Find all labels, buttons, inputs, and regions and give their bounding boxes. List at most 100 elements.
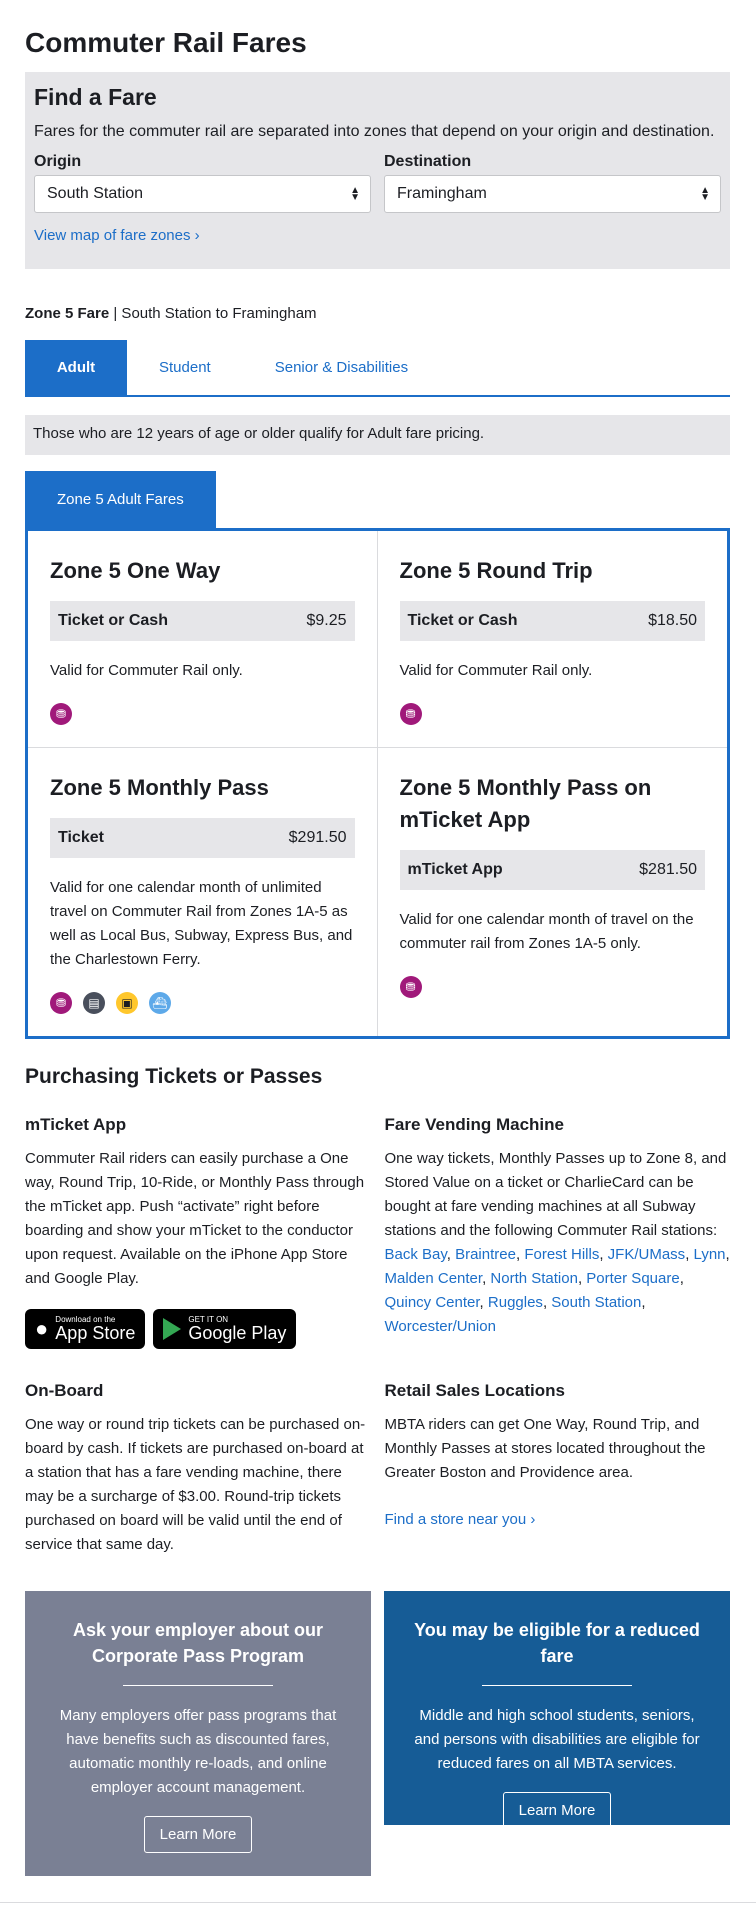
vending-title: Fare Vending Machine — [384, 1115, 565, 1134]
commuter-rail-icon: ⛃ — [399, 976, 422, 998]
destination-value: Framingham — [397, 185, 487, 202]
tab-senior-disabilities[interactable]: Senior & Disabilities — [243, 340, 440, 395]
app-store-big-text: App Store — [55, 1323, 136, 1343]
fare-card-one-way: Zone 5 One Way Ticket or Cash $9.25 Vali… — [28, 531, 378, 748]
purchasing-section-title: Purchasing Tickets or Passes — [25, 1065, 323, 1088]
station-link-forest-hills[interactable]: Forest Hills — [524, 1246, 599, 1263]
price-label: Ticket — [58, 829, 104, 846]
google-play-big-text: Google Play — [188, 1323, 287, 1343]
corporate-pass-promo: Ask your employer about our Corporate Pa… — [25, 1591, 371, 1876]
origin-value: South Station — [47, 185, 144, 202]
reduced-promo-text: Middle and high school students, seniors… — [414, 1707, 700, 1772]
retail-text: MBTA riders can get One Way, Round Trip,… — [384, 1416, 706, 1481]
fare-cards-grid: Zone 5 One Way Ticket or Cash $9.25 Vali… — [25, 528, 730, 1039]
zone-adult-fares-tab[interactable]: Zone 5 Adult Fares — [25, 471, 216, 528]
reduced-fare-promo: You may be eligible for a reduced fare M… — [384, 1591, 730, 1829]
fare-title: Zone 5 Monthly Pass — [50, 775, 269, 800]
fare-description: Valid for one calendar month of unlimite… — [50, 879, 353, 968]
price-row: Ticket $291.50 — [50, 818, 355, 858]
commuter-rail-icon: ⛃ — [50, 703, 72, 725]
price-value: $291.50 — [288, 829, 347, 846]
onboard-text: One way or round trip tickets can be pur… — [25, 1416, 366, 1553]
price-label: Ticket or Cash — [58, 612, 168, 629]
fare-description: Valid for Commuter Rail only. — [50, 662, 243, 679]
subway-icon: ▣ — [116, 992, 138, 1014]
onboard-title: On-Board — [25, 1381, 104, 1400]
finder-description: Fares for the commuter rail are separate… — [34, 123, 715, 140]
station-link-south-station[interactable]: South Station — [551, 1294, 641, 1311]
destination-select[interactable]: Framingham ▲ ▼ — [384, 175, 721, 213]
price-value: $18.50 — [648, 612, 697, 629]
page: Commuter Rail Fares Find a Fare Fares fo… — [0, 26, 756, 1876]
fare-type-tabs: Adult Student Senior & Disabilities — [25, 340, 730, 397]
station-link-braintree[interactable]: Braintree — [455, 1246, 516, 1263]
price-row: Ticket or Cash $9.25 — [50, 601, 355, 641]
google-play-badge[interactable]: GET IT ON Google Play — [153, 1309, 297, 1349]
fare-eligibility-note: Those who are 12 years of age or older q… — [25, 415, 730, 455]
mticket-text: Commuter Rail riders can easily purchase… — [25, 1150, 365, 1287]
fare-vending-machine-section: Fare Vending Machine One way tickets, Mo… — [385, 1115, 731, 1349]
corporate-promo-text: Many employers offer pass programs that … — [59, 1707, 337, 1796]
tab-adult[interactable]: Adult — [25, 340, 127, 395]
price-value: $281.50 — [639, 861, 697, 878]
price-row: mTicket App $281.50 — [399, 850, 705, 890]
fare-title: Zone 5 Monthly Pass on mTicket App — [399, 775, 652, 832]
price-label: mTicket App — [407, 861, 503, 878]
corporate-promo-title: Ask your employer about our Corporate Pa… — [72, 1620, 324, 1666]
purchasing-grid: mTicket App Commuter Rail riders can eas… — [25, 1115, 730, 1557]
select-arrows-icon: ▲ ▼ — [700, 185, 710, 203]
station-link-malden-center[interactable]: Malden Center — [385, 1270, 483, 1287]
station-link-porter-square[interactable]: Porter Square — [586, 1270, 679, 1287]
on-board-section: On-Board One way or round trip tickets c… — [25, 1381, 371, 1557]
station-link-ruggles[interactable]: Ruggles — [488, 1294, 543, 1311]
price-row: Ticket or Cash $18.50 — [399, 601, 705, 641]
page-title: Commuter Rail Fares — [25, 27, 307, 58]
price-value: $9.25 — [306, 612, 347, 629]
destination-label: Destination — [384, 153, 472, 170]
fare-card-round-trip: Zone 5 Round Trip Ticket or Cash $18.50 … — [377, 531, 727, 748]
promo-divider — [482, 1685, 632, 1686]
fare-card-monthly-pass-mticket: Zone 5 Monthly Pass on mTicket App mTick… — [378, 748, 728, 1036]
apple-icon: ● — [35, 1316, 49, 1341]
station-link-back-bay[interactable]: Back Bay — [385, 1246, 447, 1263]
fare-card-monthly-pass: Zone 5 Monthly Pass Ticket $291.50 Valid… — [28, 748, 378, 1036]
zone-route: | South Station to Framingham — [109, 305, 317, 322]
select-arrows-icon: ▲ ▼ — [350, 185, 360, 203]
station-link-lynn[interactable]: Lynn — [694, 1246, 726, 1263]
promo-cards: Ask your employer about our Corporate Pa… — [25, 1591, 730, 1876]
zone-label: Zone 5 Fare — [25, 305, 110, 322]
fare-description: Valid for one calendar month of travel o… — [399, 911, 694, 952]
corporate-learn-more-button[interactable]: Learn More — [143, 1816, 253, 1853]
ferry-icon: ⛴ — [149, 992, 171, 1014]
station-link-worcester-union[interactable]: Worcester/Union — [385, 1318, 496, 1335]
station-link-quincy-center[interactable]: Quincy Center — [385, 1294, 480, 1311]
origin-label: Origin — [34, 153, 82, 170]
fare-description: Valid for Commuter Rail only. — [399, 662, 593, 679]
fare-title: Zone 5 One Way — [50, 558, 221, 583]
commuter-rail-icon: ⛃ — [399, 703, 422, 725]
find-a-fare-panel: Find a Fare Fares for the commuter rail … — [25, 72, 730, 269]
fare-title: Zone 5 Round Trip — [399, 558, 593, 583]
vending-text: One way tickets, Monthly Passes up to Zo… — [384, 1150, 730, 1335]
commuter-rail-icon: ⛃ — [50, 992, 72, 1014]
bus-icon: ▤ — [83, 992, 105, 1014]
station-link-jfk-umass[interactable]: JFK/UMass — [608, 1246, 686, 1263]
origin-select[interactable]: South Station ▲ ▼ — [34, 175, 371, 213]
reduced-promo-title: You may be eligible for a reduced fare — [414, 1620, 700, 1666]
find-store-link[interactable]: Find a store near you › — [385, 1511, 536, 1528]
mticket-app-section: mTicket App Commuter Rail riders can eas… — [25, 1115, 371, 1349]
vending-intro: One way tickets, Monthly Passes up to Zo… — [384, 1150, 727, 1239]
app-store-badge[interactable]: ● Download on the App Store — [25, 1309, 146, 1349]
station-link-north-station[interactable]: North Station — [490, 1270, 578, 1287]
mticket-title: mTicket App — [25, 1115, 127, 1134]
zone-summary: Zone 5 Fare | South Station to Framingha… — [25, 305, 731, 322]
tab-student[interactable]: Student — [127, 340, 243, 395]
reduced-learn-more-button[interactable]: Learn More — [502, 1792, 612, 1829]
retail-title: Retail Sales Locations — [384, 1381, 565, 1400]
promo-divider — [123, 1685, 273, 1686]
retail-sales-section: Retail Sales Locations MBTA riders can g… — [385, 1381, 731, 1557]
view-fare-zones-map-link[interactable]: View map of fare zones › — [34, 227, 200, 244]
price-label: Ticket or Cash — [407, 612, 518, 629]
finder-title: Find a Fare — [34, 84, 157, 110]
google-play-icon — [163, 1318, 182, 1340]
